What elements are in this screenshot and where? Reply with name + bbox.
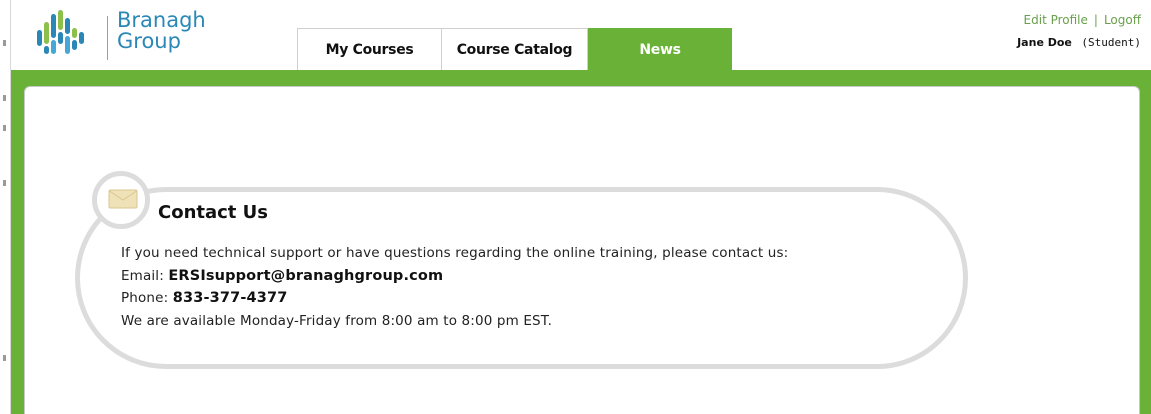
logo-line-1: Branagh xyxy=(117,8,206,32)
edge-mark xyxy=(3,355,6,361)
edge-mark xyxy=(3,40,6,46)
user-area: Edit Profile | Logoff Jane Doe (Student) xyxy=(1017,13,1141,49)
user-name: Jane Doe xyxy=(1017,36,1072,49)
envelope-icon xyxy=(108,189,138,209)
contact-title: Contact Us xyxy=(158,202,269,223)
contact-email-line: Email: ERSIsupport@branaghgroup.com xyxy=(121,265,788,288)
logo-divider xyxy=(107,16,108,60)
logo-wordmark: Branagh Group xyxy=(117,10,206,52)
contact-intro: If you need technical support or have qu… xyxy=(121,245,789,261)
logoff-link[interactable]: Logoff xyxy=(1104,13,1141,27)
site-header: Branagh Group My Courses Course Catalog … xyxy=(11,0,1151,70)
contact-body: If you need technical support or have qu… xyxy=(121,242,788,332)
tab-course-catalog[interactable]: Course Catalog xyxy=(442,28,588,70)
link-separator: | xyxy=(1093,13,1098,27)
tab-news[interactable]: News xyxy=(588,28,732,70)
user-info: Jane Doe (Student) xyxy=(1017,36,1141,49)
contact-phone-line: Phone: 833-377-4377 xyxy=(121,287,788,310)
phone-label: Phone: xyxy=(121,290,169,306)
contact-hours: We are available Monday-Friday from 8:00… xyxy=(121,312,553,329)
logo-line-2: Group xyxy=(117,29,181,53)
edit-profile-link[interactable]: Edit Profile xyxy=(1024,13,1088,27)
phone-number: 833-377-4377 xyxy=(172,290,288,306)
logo-mark-icon xyxy=(37,10,84,54)
email-address[interactable]: ERSIsupport@branaghgroup.com xyxy=(168,268,443,284)
edge-mark xyxy=(3,125,6,131)
account-links: Edit Profile | Logoff xyxy=(1017,13,1141,27)
user-role: (Student) xyxy=(1081,36,1141,49)
page: Branagh Group My Courses Course Catalog … xyxy=(0,0,1151,414)
window-edge xyxy=(0,0,11,414)
edge-mark xyxy=(3,95,6,101)
main-tabs: My Courses Course Catalog News xyxy=(297,28,732,70)
edge-mark xyxy=(3,180,6,186)
email-label: Email: xyxy=(121,267,164,284)
branagh-group-logo[interactable]: Branagh Group xyxy=(35,8,235,60)
tab-my-courses[interactable]: My Courses xyxy=(297,28,442,70)
